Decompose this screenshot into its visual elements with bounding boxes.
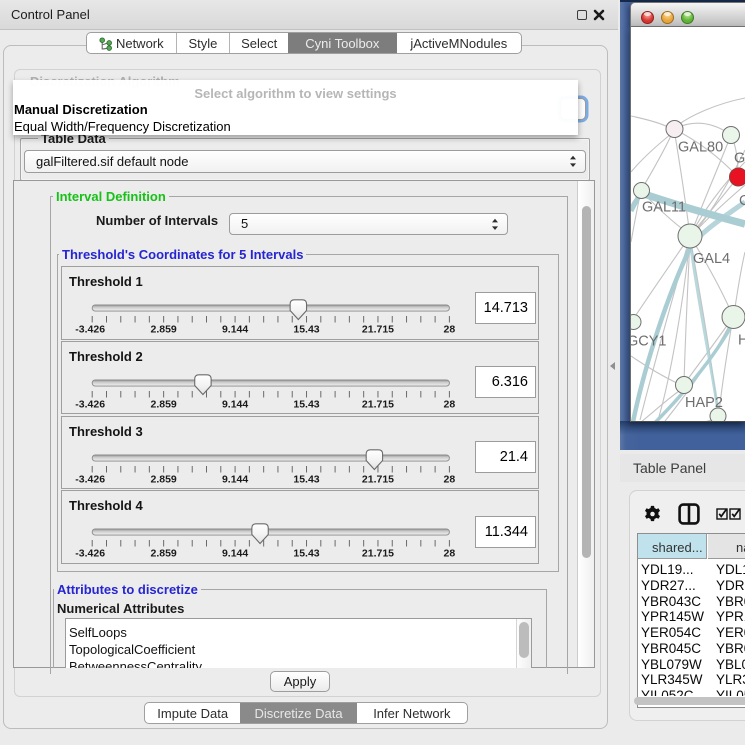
svg-text:28: 28 bbox=[444, 398, 456, 410]
svg-text:21.715: 21.715 bbox=[362, 398, 394, 410]
svg-text:2.859: 2.859 bbox=[150, 548, 176, 560]
svg-text:28: 28 bbox=[444, 548, 456, 560]
svg-text:21.715: 21.715 bbox=[362, 548, 394, 560]
svg-text:-3.426: -3.426 bbox=[75, 548, 105, 560]
svg-text:-3.426: -3.426 bbox=[75, 324, 105, 336]
svg-text:15.43: 15.43 bbox=[293, 398, 319, 410]
svg-text:GCY1: GCY1 bbox=[631, 333, 667, 349]
svg-text:9.144: 9.144 bbox=[222, 473, 248, 485]
svg-text:15.43: 15.43 bbox=[293, 473, 319, 485]
svg-text:2.859: 2.859 bbox=[150, 398, 176, 410]
svg-text:15.43: 15.43 bbox=[293, 324, 319, 336]
svg-text:HAP2: HAP2 bbox=[685, 395, 723, 411]
svg-text:2.859: 2.859 bbox=[150, 473, 176, 485]
svg-text:GAL4: GAL4 bbox=[693, 251, 730, 267]
svg-text:9.144: 9.144 bbox=[222, 398, 248, 410]
svg-text:GAL11: GAL11 bbox=[642, 199, 686, 215]
svg-text:HA: HA bbox=[738, 332, 745, 348]
svg-text:9.144: 9.144 bbox=[222, 548, 248, 560]
svg-text:2.859: 2.859 bbox=[150, 324, 176, 336]
svg-text:28: 28 bbox=[444, 324, 456, 336]
svg-text:GAL8: GAL8 bbox=[734, 150, 745, 166]
svg-text:21.715: 21.715 bbox=[362, 473, 394, 485]
svg-text:15.43: 15.43 bbox=[293, 548, 319, 560]
svg-text:9.144: 9.144 bbox=[222, 324, 248, 336]
svg-text:-3.426: -3.426 bbox=[75, 473, 105, 485]
svg-text:GAL80: GAL80 bbox=[678, 139, 723, 155]
svg-text:-3.426: -3.426 bbox=[75, 398, 105, 410]
svg-text:C: C bbox=[739, 193, 745, 209]
svg-text:21.715: 21.715 bbox=[362, 324, 394, 336]
svg-text:28: 28 bbox=[444, 473, 456, 485]
